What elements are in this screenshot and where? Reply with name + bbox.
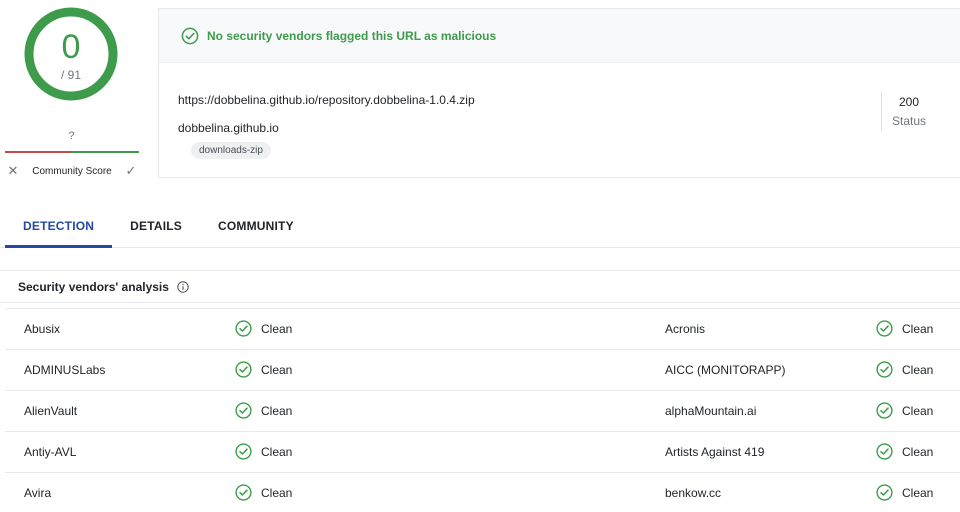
- vendor-result-label: Clean: [261, 485, 293, 500]
- check-circle-icon: [181, 27, 199, 44]
- check-circle-icon: [235, 484, 252, 501]
- vendor-result-label: Clean: [902, 444, 934, 459]
- vendors-table: Abusix Clean Acronis Clean ADMINUSLabs Clean A…: [5, 308, 960, 512]
- vendor-result-label: Clean: [261, 403, 293, 418]
- vendor-name[interactable]: AICC (MONITORAPP): [665, 363, 785, 377]
- info-circle-icon[interactable]: [177, 280, 189, 293]
- check-circle-icon: [235, 320, 252, 337]
- verdict-message: No security vendors flagged this URL as …: [207, 28, 497, 43]
- http-status-box: 200 Status: [881, 91, 960, 131]
- vendor-name[interactable]: benkow.cc: [665, 486, 721, 500]
- url-tag[interactable]: downloads-zip: [191, 142, 271, 159]
- vendor-result: Clean: [235, 320, 292, 337]
- tab-community[interactable]: COMMUNITY: [200, 205, 312, 248]
- table-row: AlienVault Clean alphaMountain.ai Clean: [5, 391, 960, 432]
- check-circle-icon: [876, 443, 893, 460]
- engine-total: / 91: [60, 68, 81, 82]
- table-row: ADMINUSLabs Clean AICC (MONITORAPP) Clean: [5, 350, 960, 391]
- verdict-banner: No security vendors flagged this URL as …: [159, 9, 960, 63]
- vendor-result-label: Clean: [902, 403, 934, 418]
- check-circle-icon: [876, 402, 893, 419]
- check-circle-icon: [876, 484, 893, 501]
- check-circle-icon: [876, 361, 893, 378]
- url-domain[interactable]: dobbelina.github.io: [178, 121, 279, 135]
- table-row: Avira Clean benkow.cc Clean: [5, 473, 960, 512]
- tab-detection[interactable]: DETECTION: [5, 205, 113, 248]
- community-score-label: Community Score: [32, 165, 112, 177]
- vote-malicious-close-icon[interactable]: ✕: [5, 163, 21, 179]
- vendor-name[interactable]: Acronis: [665, 322, 705, 336]
- http-status-label: Status: [891, 114, 927, 128]
- vendor-result-label: Clean: [902, 362, 934, 377]
- url-info-card: No security vendors flagged this URL as …: [158, 8, 960, 178]
- vendor-result: Clean: [876, 443, 933, 460]
- http-status-code: 200: [898, 95, 920, 109]
- vote-harmless-checkmark-icon[interactable]: ✓: [123, 163, 139, 179]
- vendor-result: Clean: [876, 484, 933, 501]
- detection-score-widget: 0 / 91 ? ✕ Community Score ✓: [0, 0, 145, 185]
- vendor-name[interactable]: AlienVault: [24, 404, 77, 418]
- table-row: Abusix Clean Acronis Clean: [5, 309, 960, 350]
- vendor-result: Clean: [876, 361, 933, 378]
- detection-count: 0: [61, 28, 81, 66]
- community-bar-positive: [72, 151, 139, 153]
- scanned-url[interactable]: https://dobbelina.github.io/repository.d…: [178, 93, 475, 107]
- vendor-result-label: Clean: [261, 444, 293, 459]
- report-tabs: DETECTION DETAILS COMMUNITY: [0, 205, 960, 248]
- vendor-result: Clean: [876, 320, 933, 337]
- vendor-result: Clean: [235, 402, 292, 419]
- vendor-result-label: Clean: [261, 321, 293, 336]
- community-vote-row: ✕ Community Score ✓: [5, 162, 139, 180]
- vendor-result: Clean: [235, 361, 292, 378]
- vendor-name[interactable]: Antiy-AVL: [24, 445, 76, 459]
- community-bar-negative: [5, 151, 72, 153]
- vendors-section-title: Security vendors' analysis: [18, 279, 169, 294]
- check-circle-icon: [876, 320, 893, 337]
- vendor-result-label: Clean: [261, 362, 293, 377]
- community-score-bar: [5, 151, 139, 153]
- vendor-name[interactable]: ADMINUSLabs: [24, 363, 105, 377]
- vendor-result: Clean: [235, 443, 292, 460]
- vendor-result-label: Clean: [902, 485, 934, 500]
- vendor-name[interactable]: Abusix: [24, 322, 60, 336]
- vendor-result-label: Clean: [902, 321, 934, 336]
- vendor-result: Clean: [876, 402, 933, 419]
- tab-details[interactable]: DETAILS: [112, 205, 200, 248]
- check-circle-icon: [235, 443, 252, 460]
- check-circle-icon: [235, 361, 252, 378]
- community-score-value: ?: [68, 130, 75, 142]
- vendor-result: Clean: [235, 484, 292, 501]
- vendor-name[interactable]: Artists Against 419: [665, 445, 764, 459]
- table-row: Antiy-AVL Clean Artists Against 419 Clean: [5, 432, 960, 473]
- vendor-name[interactable]: Avira: [24, 486, 51, 500]
- vendors-section-header: Security vendors' analysis: [0, 270, 960, 303]
- check-circle-icon: [235, 402, 252, 419]
- vendor-name[interactable]: alphaMountain.ai: [665, 404, 756, 418]
